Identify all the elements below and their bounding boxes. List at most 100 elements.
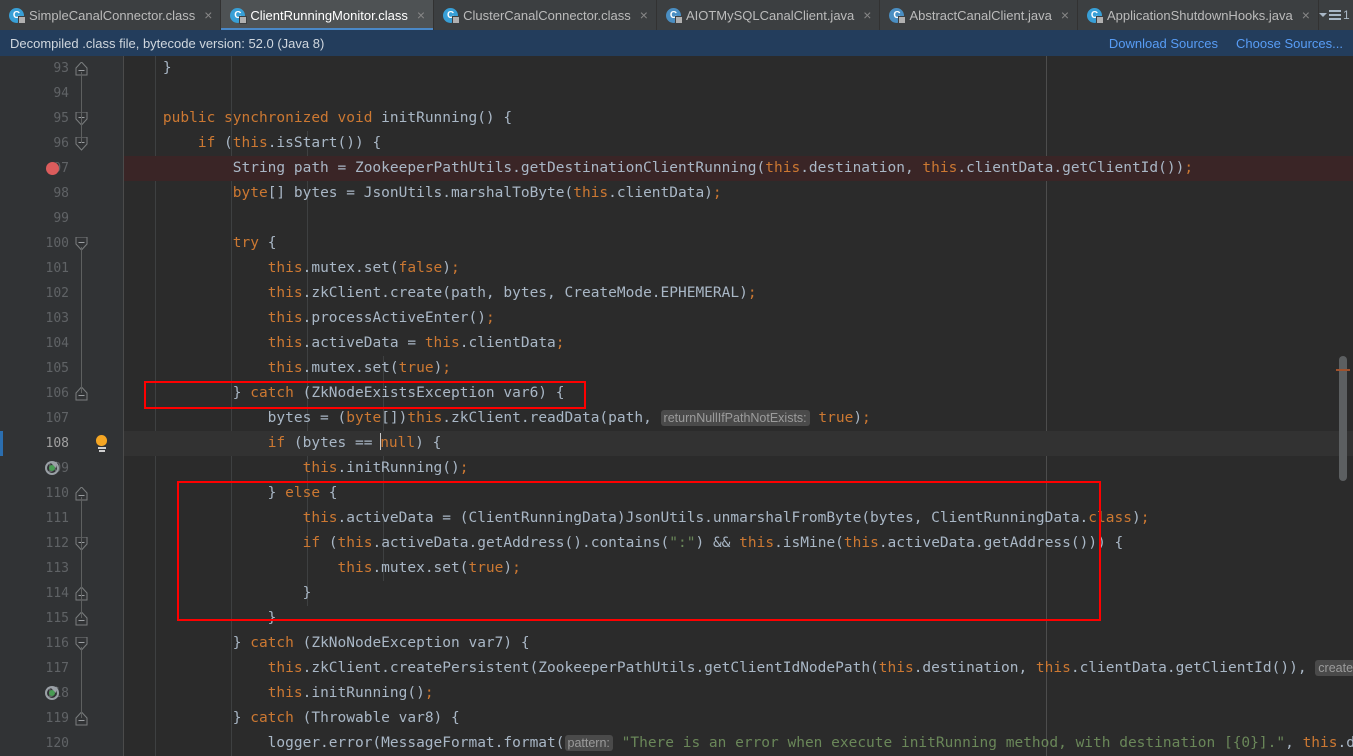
code-token: .clientData xyxy=(459,335,556,351)
code-line[interactable]: this.activeData = (ClientRunningData)Jso… xyxy=(124,506,1353,531)
gutter-line[interactable]: 98 xyxy=(0,181,124,206)
gutter-line[interactable]: 99 xyxy=(0,206,124,231)
gutter-line[interactable]: 108 xyxy=(0,431,124,456)
tab-overflow-control[interactable]: 1 xyxy=(1318,0,1353,30)
code-line[interactable]: byte[] bytes = JsonUtils.marshalToByte(t… xyxy=(124,181,1353,206)
gutter-line[interactable]: 102 xyxy=(0,281,124,306)
code-token: ; xyxy=(862,410,871,426)
code-token: ) xyxy=(433,360,443,376)
close-icon[interactable]: × xyxy=(863,8,871,22)
code-line[interactable]: this.mutex.set(true); xyxy=(124,556,1353,581)
tab-list-icon[interactable] xyxy=(1328,10,1341,20)
tab-clustercanalconnector[interactable]: C ClusterCanalConnector.class × xyxy=(434,0,657,30)
close-icon[interactable]: × xyxy=(640,8,648,22)
choose-sources-link[interactable]: Choose Sources... xyxy=(1236,36,1343,51)
code-editor[interactable]: 93 94 95 96 97 98 99 100 101 102 103 104 105 106 107 10… xyxy=(0,56,1353,756)
code-line[interactable]: } catch (ZkNodeExistsException var6) { xyxy=(124,381,1353,406)
code-line[interactable]: logger.error(MessageFormat.format(patter… xyxy=(124,731,1353,756)
code-token: true xyxy=(398,360,434,376)
code-token: .processActiveEnter() xyxy=(302,310,486,326)
tab-simplecanalconnector[interactable]: C SimpleCanalConnector.class × xyxy=(0,0,222,30)
gutter-line[interactable]: 117 xyxy=(0,656,124,681)
code-line[interactable]: bytes = (byte[])this.zkClient.readData(p… xyxy=(124,406,1353,431)
gutter-line[interactable]: 101 xyxy=(0,256,124,281)
download-sources-link[interactable]: Download Sources xyxy=(1109,36,1218,51)
close-icon[interactable]: × xyxy=(1302,8,1310,22)
code-token: ( xyxy=(224,135,233,151)
code-line[interactable]: this.initRunning(); xyxy=(124,456,1353,481)
code-line[interactable]: if (bytes == null) { xyxy=(124,431,1353,456)
code-line[interactable]: try { xyxy=(124,231,1353,256)
code-token: .clientData.getClientId()), xyxy=(1070,660,1316,676)
gutter-line[interactable]: 106 xyxy=(0,381,124,406)
close-icon[interactable]: × xyxy=(1061,8,1069,22)
close-icon[interactable]: × xyxy=(417,8,425,22)
gutter-line[interactable]: 103 xyxy=(0,306,124,331)
line-number: 104 xyxy=(45,336,69,351)
gutter-line[interactable]: 94 xyxy=(0,81,124,106)
gutter-line[interactable]: 107 xyxy=(0,406,124,431)
gutter-line[interactable]: 120 xyxy=(0,731,124,756)
gutter-line[interactable]: 115 xyxy=(0,606,124,631)
code-token: createParents: xyxy=(1315,660,1353,676)
scrollbar-marker[interactable] xyxy=(1336,369,1350,371)
code-line[interactable]: String path = ZookeeperPathUtils.getDest… xyxy=(124,156,1353,181)
code-line[interactable]: this.activeData = this.clientData; xyxy=(124,331,1353,356)
code-token: .mutex.set( xyxy=(372,560,469,576)
code-token: catch xyxy=(250,710,303,726)
code-line[interactable]: this.processActiveEnter(); xyxy=(124,306,1353,331)
code-token: this xyxy=(1035,660,1071,676)
gutter-line[interactable]: 95 xyxy=(0,106,124,131)
gutter-line[interactable]: 96 xyxy=(0,131,124,156)
tab-applicationshutdownhooks[interactable]: C ApplicationShutdownHooks.java × xyxy=(1078,0,1319,30)
code-token: ; xyxy=(485,310,495,326)
gutter-line[interactable]: 104 xyxy=(0,331,124,356)
gutter-line[interactable]: 112 xyxy=(0,531,124,556)
vertical-scrollbar-thumb[interactable] xyxy=(1339,356,1347,481)
gutter-line[interactable]: 105 xyxy=(0,356,124,381)
code-token: true xyxy=(818,410,854,426)
code-line[interactable]: } xyxy=(124,56,1353,81)
breakpoint-icon[interactable] xyxy=(46,162,59,175)
gutter-line[interactable]: 110 xyxy=(0,481,124,506)
code-line[interactable]: this.mutex.set(false); xyxy=(124,256,1353,281)
intention-bulb-icon[interactable] xyxy=(96,435,108,452)
code-line[interactable] xyxy=(124,81,1353,106)
gutter-line[interactable]: 93 xyxy=(0,56,124,81)
gutter-line[interactable]: 119 xyxy=(0,706,124,731)
code-line[interactable]: } xyxy=(124,606,1353,631)
code-line[interactable]: public synchronized void initRunning() { xyxy=(124,106,1353,131)
code-line[interactable]: } catch (Throwable var8) { xyxy=(124,706,1353,731)
recursive-call-icon[interactable] xyxy=(45,686,59,700)
gutter-line[interactable]: 113 xyxy=(0,556,124,581)
line-number: 98 xyxy=(53,186,69,201)
chevron-down-icon[interactable] xyxy=(1318,13,1327,17)
gutter-line[interactable]: 114 xyxy=(0,581,124,606)
gutter-line[interactable]: 100 xyxy=(0,231,124,256)
gutter-line[interactable]: 111 xyxy=(0,506,124,531)
close-icon[interactable]: × xyxy=(204,8,212,22)
code-line[interactable]: if (this.isStart()) { xyxy=(124,131,1353,156)
code-token: ; xyxy=(424,685,434,701)
line-number: 110 xyxy=(45,486,69,501)
code-line[interactable]: if (this.activeData.getAddress().contain… xyxy=(124,531,1353,556)
gutter-line[interactable]: 97 xyxy=(0,156,124,181)
code-line[interactable]: } else { xyxy=(124,481,1353,506)
gutter-line[interactable]: 116 xyxy=(0,631,124,656)
tab-aiotmysqlcanalclient[interactable]: C AIOTMySQLCanalClient.java × xyxy=(657,0,881,30)
gutter-line[interactable]: 118 xyxy=(0,681,124,706)
editor-gutter[interactable]: 93 94 95 96 97 98 99 100 101 102 103 104 105 106 107 10… xyxy=(0,56,124,756)
code-line[interactable] xyxy=(124,206,1353,231)
code-line[interactable]: this.zkClient.create(path, bytes, Create… xyxy=(124,281,1353,306)
tab-abstractcanalclient[interactable]: C AbstractCanalClient.java × xyxy=(880,0,1079,30)
code-token: this xyxy=(302,460,338,476)
code-line[interactable]: this.initRunning(); xyxy=(124,681,1353,706)
code-line[interactable]: this.zkClient.createPersistent(Zookeeper… xyxy=(124,656,1353,681)
gutter-line[interactable]: 109 xyxy=(0,456,124,481)
code-line[interactable]: } catch (ZkNoNodeException var7) { xyxy=(124,631,1353,656)
code-line[interactable]: } xyxy=(124,581,1353,606)
tab-clientrunningmonitor[interactable]: C ClientRunningMonitor.class × xyxy=(221,0,435,30)
recursive-call-icon[interactable] xyxy=(45,461,59,475)
code-line[interactable]: this.mutex.set(true); xyxy=(124,356,1353,381)
code-content-area[interactable]: } public synchronized void initRunning()… xyxy=(124,56,1353,756)
